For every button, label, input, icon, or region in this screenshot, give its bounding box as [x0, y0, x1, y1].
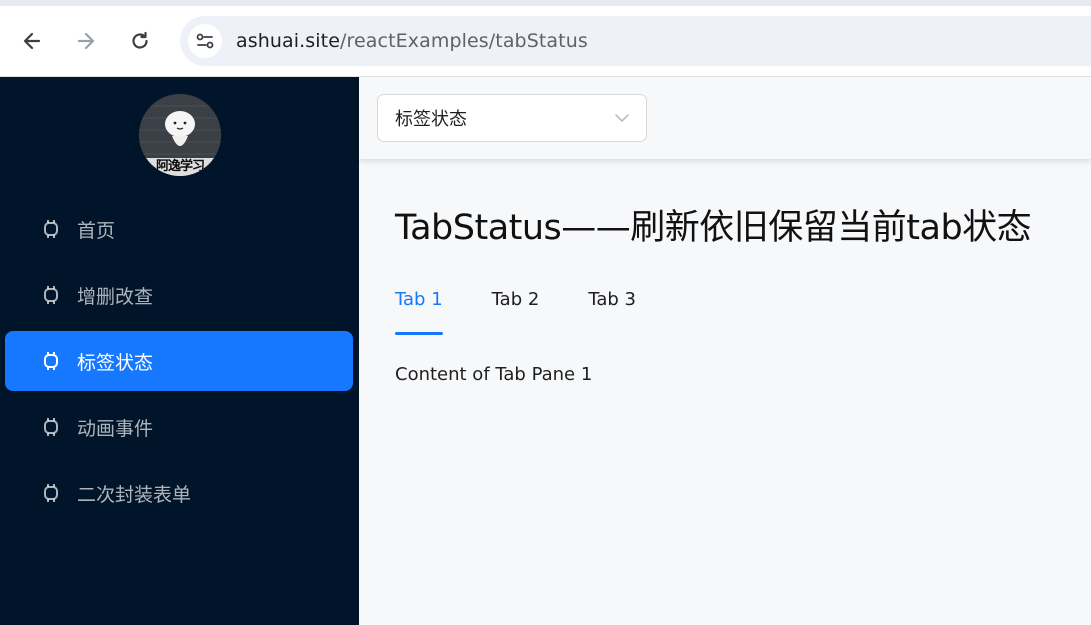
sidebar: 阿逸学习 首页 增删改查 标签状态 动画事件 二次封装表单: [0, 77, 359, 625]
address-bar[interactable]: ashuai.site/reactExamples/tabStatus: [180, 16, 1091, 66]
android-icon: [41, 483, 61, 503]
avatar: 阿逸学习: [139, 94, 221, 176]
sidebar-item-form[interactable]: 二次封装表单: [5, 463, 353, 523]
android-icon: [41, 285, 61, 305]
page-title: TabStatus——刷新依旧保留当前tab状态: [395, 208, 1032, 248]
sidebar-item-home[interactable]: 首页: [5, 199, 353, 259]
route-select[interactable]: 标签状态: [377, 94, 647, 142]
tab-pane-content: Content of Tab Pane 1: [395, 364, 593, 385]
arrow-right-icon: [77, 32, 95, 50]
sidebar-item-label: 首页: [77, 219, 116, 242]
sidebar-item-tab-status[interactable]: 标签状态: [5, 331, 353, 391]
url-path: /reactExamples/tabStatus: [340, 30, 588, 52]
tune-icon: [196, 33, 214, 49]
android-icon: [41, 219, 61, 239]
reload-icon: [132, 31, 148, 49]
sidebar-item-label: 标签状态: [77, 351, 154, 374]
sidebar-item-animation[interactable]: 动画事件: [5, 397, 353, 457]
sidebar-item-crud[interactable]: 增删改查: [5, 265, 353, 325]
reload-button[interactable]: [123, 24, 157, 58]
sidebar-menu: 首页 增删改查 标签状态 动画事件 二次封装表单: [5, 199, 353, 529]
arrow-left-icon: [23, 32, 41, 50]
url-host: ashuai.site: [236, 30, 341, 52]
top-header: 标签状态: [359, 77, 1091, 159]
forward-button[interactable]: [69, 24, 103, 58]
browser-toolbar: ashuai.site/reactExamples/tabStatus: [0, 0, 1091, 77]
sidebar-item-label: 二次封装表单: [77, 483, 192, 506]
tab-3[interactable]: Tab 3: [588, 283, 636, 335]
site-info-button[interactable]: [188, 24, 222, 58]
sidebar-item-label: 动画事件: [77, 417, 154, 440]
tab-2[interactable]: Tab 2: [492, 283, 540, 335]
avatar-caption: 阿逸学习: [155, 159, 205, 174]
tab-bar: Tab 1 Tab 2 Tab 3: [395, 283, 685, 335]
main-content: TabStatus——刷新依旧保留当前tab状态 Tab 1 Tab 2 Tab…: [359, 159, 1091, 625]
tab-1[interactable]: Tab 1: [395, 283, 443, 335]
route-select-value: 标签状态: [395, 109, 467, 130]
sidebar-item-label: 增删改查: [77, 285, 154, 308]
chevron-down-icon: [615, 114, 629, 122]
back-button[interactable]: [15, 24, 49, 58]
android-icon: [41, 351, 61, 371]
url-text[interactable]: ashuai.site/reactExamples/tabStatus: [236, 30, 588, 52]
android-icon: [41, 417, 61, 437]
